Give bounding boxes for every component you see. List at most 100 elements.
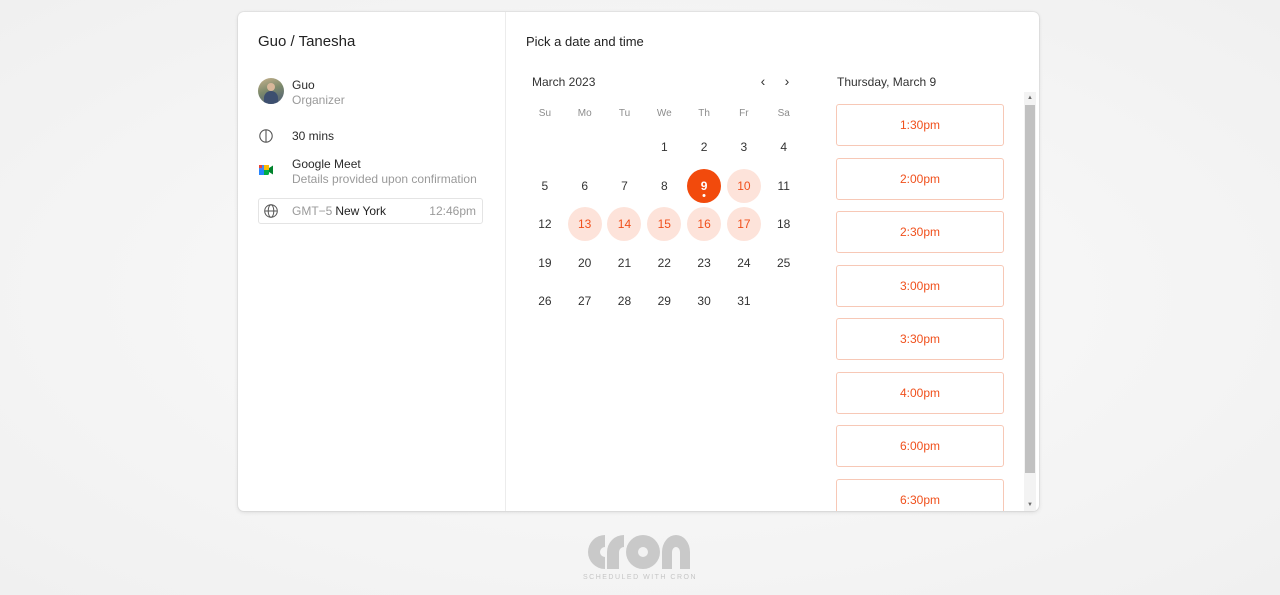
time-slot-button[interactable]: 2:30pm xyxy=(836,211,1004,253)
day-number: 17 xyxy=(726,207,761,242)
day-number: 4 xyxy=(780,140,788,155)
scroll-thumb[interactable] xyxy=(1025,105,1035,473)
calendar-day: 8 xyxy=(644,167,684,206)
weekday-header: Su Mo Tu We Th Fr Sa xyxy=(525,108,804,119)
day-number: 3 xyxy=(740,140,748,155)
time-slot-button[interactable]: 6:00pm xyxy=(836,425,1004,467)
calendar-day: 18 xyxy=(764,205,804,244)
day-number: 19 xyxy=(538,255,552,270)
calendar-day: 27 xyxy=(565,282,605,321)
cron-logo xyxy=(586,533,692,571)
day-number: 31 xyxy=(737,294,751,309)
time-slot-button[interactable]: 6:30pm xyxy=(836,478,1004,511)
calendar-day-available[interactable]: 17 xyxy=(724,205,764,244)
calendar-day: 28 xyxy=(605,282,645,321)
next-month-button[interactable]: › xyxy=(779,72,795,90)
calendar-blank xyxy=(565,128,605,167)
prev-month-button[interactable]: ‹ xyxy=(755,72,771,90)
month-label: March 2023 xyxy=(532,75,596,89)
duration-label: 30 mins xyxy=(292,129,335,143)
timezone-city: New York xyxy=(335,204,387,218)
organizer-row: Guo Organizer xyxy=(258,78,345,108)
weekday-label: Su xyxy=(538,108,552,119)
day-number: 23 xyxy=(697,255,711,270)
event-title: Guo / Tanesha xyxy=(258,33,356,50)
avatar xyxy=(258,78,284,104)
time-slot-button[interactable]: 2:00pm xyxy=(836,157,1004,200)
calendar-day: 12 xyxy=(525,205,565,244)
scroll-down-icon[interactable]: ▼ xyxy=(1024,499,1036,511)
globe-icon xyxy=(263,202,281,220)
calendar-day-available[interactable]: 16 xyxy=(684,205,724,244)
calendar-day-available[interactable]: 14 xyxy=(605,205,645,244)
calendar-day: 22 xyxy=(644,244,684,283)
calendar-blank xyxy=(605,128,645,167)
day-number: 16 xyxy=(687,207,722,242)
calendar-day: 29 xyxy=(644,282,684,321)
day-number: 18 xyxy=(776,217,791,232)
calendar-day: 19 xyxy=(525,244,565,283)
calendar-day: 3 xyxy=(724,128,764,167)
calendar-day: 25 xyxy=(764,244,804,283)
time-slot-button[interactable]: 4:00pm xyxy=(836,371,1004,414)
time-slot-button[interactable]: 3:00pm xyxy=(836,264,1004,307)
day-number: 6 xyxy=(581,178,589,193)
scroll-up-icon[interactable]: ▲ xyxy=(1024,92,1036,104)
calendar-day-selected[interactable]: 9 xyxy=(684,167,724,206)
calendar-day: 1 xyxy=(644,128,684,167)
time-slot-list: 1:30pm 2:00pm 2:30pm 3:00pm 3:30pm 4:00pm 6:00… xyxy=(836,104,1004,511)
day-number: 5 xyxy=(541,178,549,193)
calendar-day: 21 xyxy=(605,244,645,283)
calendar-day: 31 xyxy=(724,282,764,321)
calendar-day: 11 xyxy=(764,167,804,206)
day-number: 24 xyxy=(737,255,751,270)
footer-caption: SCHEDULED WITH CRON xyxy=(582,574,698,581)
day-number: 8 xyxy=(660,178,668,193)
day-number: 7 xyxy=(621,178,628,193)
calendar-day: 4 xyxy=(764,128,804,167)
calendar-day-available[interactable]: 10 xyxy=(724,167,764,206)
location-row: Google Meet Details provided upon confir… xyxy=(258,157,477,187)
day-number: 1 xyxy=(660,140,668,155)
organizer-role: Organizer xyxy=(292,93,345,107)
calendar-day: 20 xyxy=(565,244,605,283)
selected-date-heading: Thursday, March 9 xyxy=(837,75,937,89)
day-number: 29 xyxy=(657,294,671,309)
day-number: 15 xyxy=(647,207,682,242)
weekday-label: Mo xyxy=(577,108,592,119)
timezone-offset: GMT−5 xyxy=(292,204,333,218)
picker-title: Pick a date and time xyxy=(526,34,644,49)
weekday-label: Th xyxy=(698,108,710,119)
time-slot-button[interactable]: 3:30pm xyxy=(836,318,1004,360)
day-number: 26 xyxy=(538,294,552,309)
location-detail: Details provided upon confirmation xyxy=(292,172,477,186)
organizer-name: Guo xyxy=(292,78,315,92)
calendar-day: 23 xyxy=(684,244,724,283)
calendar-blank xyxy=(525,128,565,167)
day-number: 11 xyxy=(777,178,790,193)
timezone-selector[interactable]: GMT−5 New York 12:46pm xyxy=(258,198,483,224)
day-number: 20 xyxy=(578,255,592,270)
calendar-day-available[interactable]: 15 xyxy=(644,205,684,244)
weekday-label: Tu xyxy=(618,108,631,119)
calendar-day: 26 xyxy=(525,282,565,321)
weekday-label: Sa xyxy=(777,108,790,119)
calendar-day: 6 xyxy=(565,167,605,206)
time-slot-button[interactable]: 1:30pm xyxy=(836,104,1004,146)
calendar-day: 7 xyxy=(605,167,645,206)
day-number: 25 xyxy=(776,255,791,270)
calendar-day: 30 xyxy=(684,282,724,321)
day-number: 28 xyxy=(617,294,632,309)
weekday-label: Fr xyxy=(739,108,749,119)
day-number: 13 xyxy=(567,207,602,242)
day-number: 22 xyxy=(657,255,671,270)
timezone-current-time: 12:46pm xyxy=(429,204,476,218)
slot-scrollbar[interactable]: ▲ ▼ xyxy=(1024,92,1036,511)
booking-card: Guo / Tanesha Guo Organizer 30 mins Goog… xyxy=(238,12,1039,511)
calendar-day: 24 xyxy=(724,244,764,283)
calendar-day: 5 xyxy=(525,167,565,206)
event-details-panel: Guo / Tanesha Guo Organizer 30 mins Goog… xyxy=(238,12,506,511)
weekday-label: We xyxy=(656,108,672,119)
calendar-day-available[interactable]: 13 xyxy=(565,205,605,244)
day-number: 21 xyxy=(617,255,632,270)
